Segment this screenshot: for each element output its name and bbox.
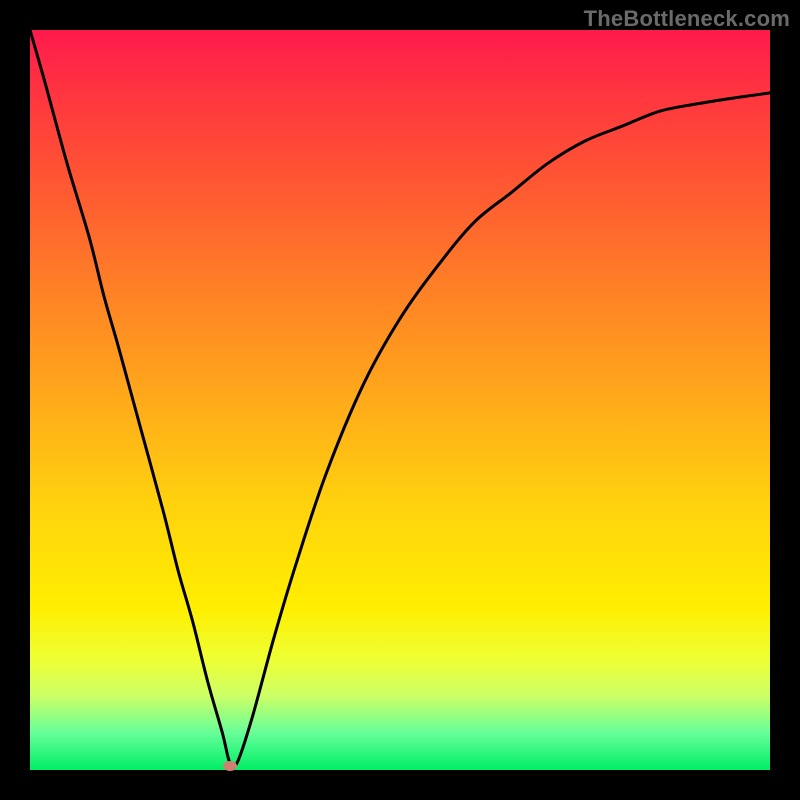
plot-area — [30, 30, 770, 770]
curve-svg — [30, 30, 770, 770]
optimal-point-marker — [223, 761, 237, 771]
watermark-text: TheBottleneck.com — [584, 6, 790, 32]
bottleneck-curve — [30, 30, 770, 767]
chart-frame: TheBottleneck.com — [0, 0, 800, 800]
